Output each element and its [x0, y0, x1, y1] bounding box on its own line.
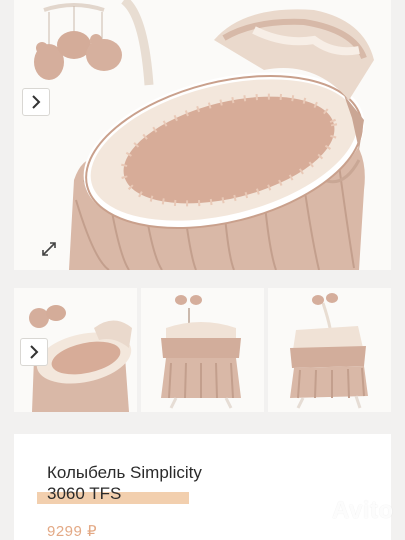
listing-price: 9299 ₽	[47, 523, 98, 540]
main-photo[interactable]	[14, 0, 391, 270]
expand-button[interactable]	[36, 236, 62, 262]
thumbnail-1[interactable]	[14, 288, 137, 412]
next-image-button[interactable]	[22, 88, 50, 116]
thumbnail-3[interactable]	[268, 288, 391, 412]
thumbnail-image	[290, 293, 368, 409]
listing-page: Колыбель Simplicity 3060 TFS 9299 ₽ Avit…	[0, 0, 405, 540]
chevron-right-icon	[30, 345, 39, 359]
title-line-1: Колыбель Simplicity	[47, 463, 202, 482]
title-line-2-text: 3060 TFS	[47, 484, 122, 503]
expand-icon	[42, 242, 56, 256]
thumbnail-image	[161, 295, 241, 409]
thumbnail-strip	[14, 288, 391, 412]
chevron-right-icon	[32, 95, 41, 109]
watermark-text: Avito	[332, 497, 394, 524]
avito-watermark: Avito	[295, 497, 394, 525]
bassinet-image	[34, 0, 374, 270]
avito-logo-icon	[296, 501, 326, 521]
thumbnail-next-button[interactable]	[20, 338, 48, 366]
thumbnail-2[interactable]	[141, 288, 264, 412]
